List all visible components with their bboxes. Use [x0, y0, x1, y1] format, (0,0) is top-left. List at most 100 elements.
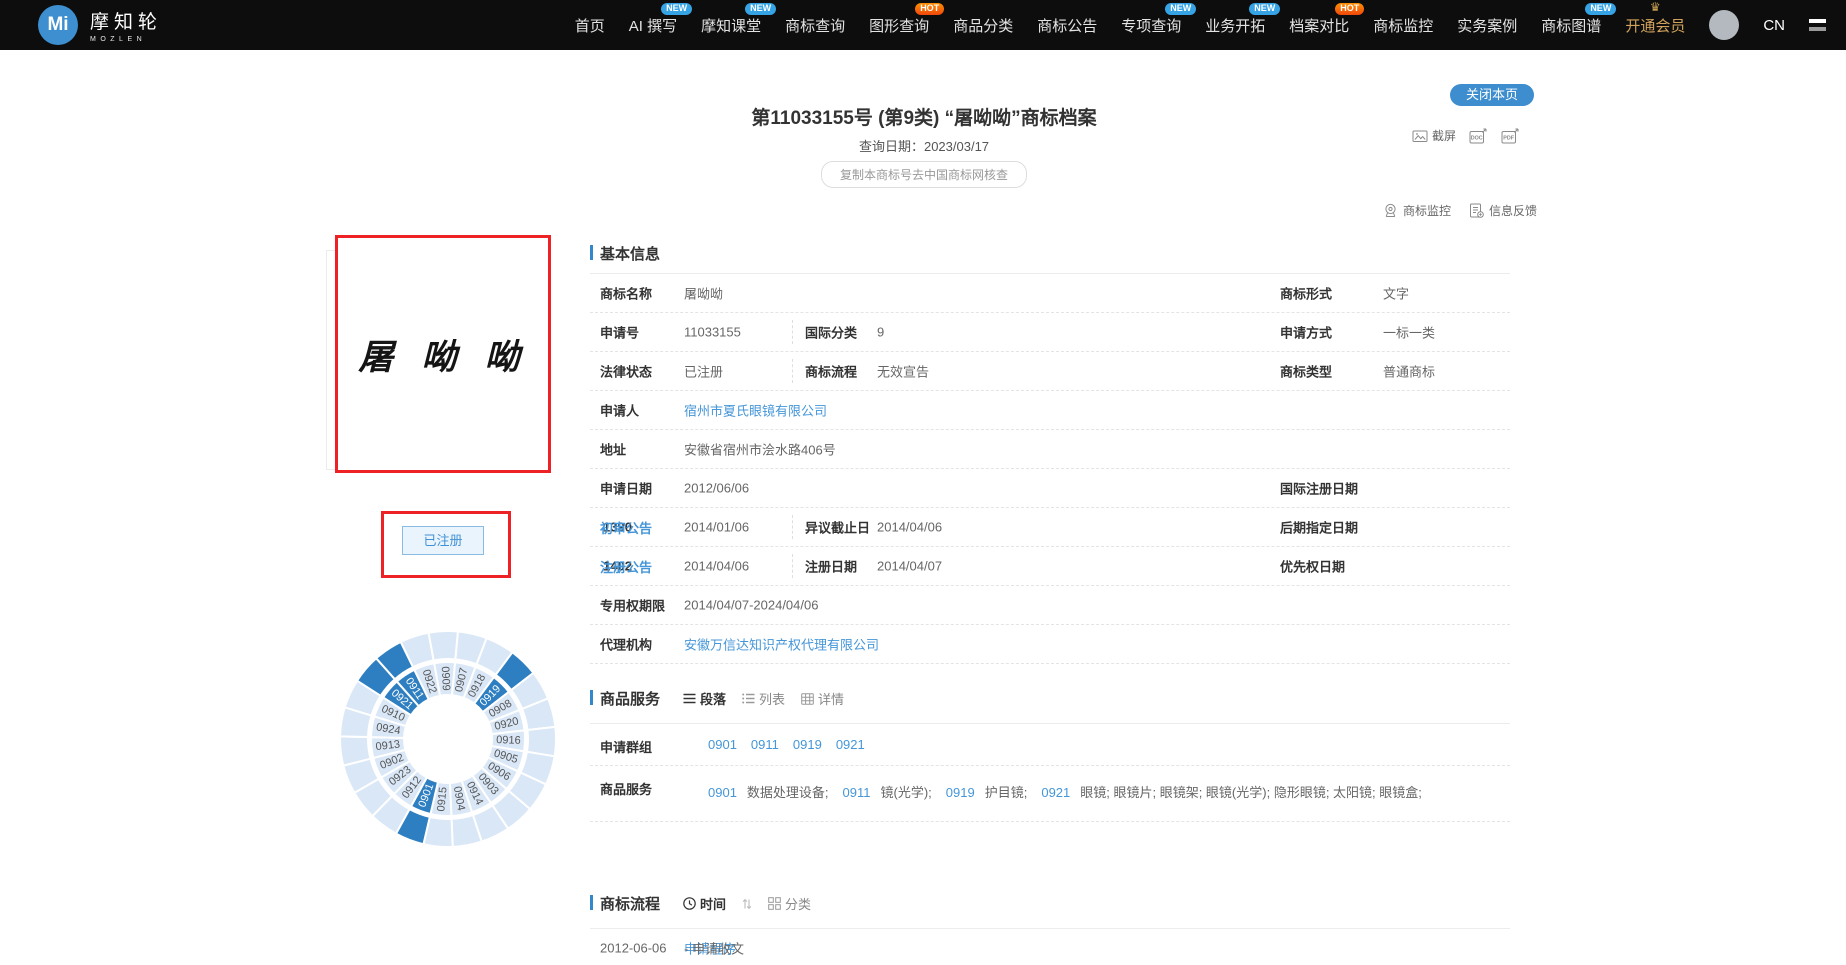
- goods-code-link[interactable]: 0919: [946, 785, 975, 800]
- goods-view-tabs: 段落 列表 详情: [683, 689, 844, 708]
- trademark-detail-page: Mi 摩知轮 MOZLEN 首页 AI 撰写NEW 摩知课堂NEW 商标查询 图形查询H…: [0, 0, 1846, 965]
- nav-badge: NEW: [1165, 3, 1196, 15]
- nav-item-8[interactable]: 业务开拓NEW: [1205, 15, 1265, 36]
- sort-arrows-icon: [742, 898, 752, 910]
- field-label: 商标类型: [1280, 362, 1332, 381]
- field-value: 普通商标: [1383, 362, 1435, 381]
- field-value: 2014/04/07-2024/04/06: [684, 598, 818, 613]
- tab-detail-view[interactable]: 详情: [801, 689, 844, 708]
- apply-group-row: 申请群组 0901091109190921: [590, 724, 1510, 766]
- field-label: 商标名称: [600, 284, 652, 303]
- monitor-camera-icon: [1383, 203, 1398, 218]
- close-page-button[interactable]: 关闭本页: [1450, 84, 1534, 106]
- class-wheel-chart[interactable]: 0922090909070918091909080920091609050906…: [336, 627, 560, 851]
- nav-item-1[interactable]: AI 撰写NEW: [629, 15, 677, 36]
- export-toolbar: 截屏 DOC PDF: [1412, 127, 1520, 144]
- feedback-doc-icon: [1469, 203, 1484, 218]
- section-accent-bar: [590, 690, 593, 705]
- field-value: 2014/04/06: [877, 520, 942, 535]
- field-label: 法律状态: [600, 362, 652, 381]
- field-value: 9: [877, 325, 884, 340]
- feedback-link[interactable]: 信息反馈: [1469, 202, 1537, 219]
- goods-text: 护目镜;: [985, 785, 1028, 800]
- field-value: 2012/06/06: [684, 481, 749, 496]
- nav-item-0[interactable]: 首页: [575, 15, 605, 36]
- group-code-link[interactable]: 0919: [793, 737, 822, 752]
- group-code-link[interactable]: 0921: [836, 737, 865, 752]
- nav-item-2[interactable]: 摩知课堂NEW: [701, 15, 761, 36]
- detail-table-icon: [801, 693, 814, 705]
- nav-item-vip[interactable]: ♛开通会员: [1625, 15, 1685, 36]
- tab-paragraph-view[interactable]: 段落: [683, 689, 726, 708]
- group-code-link[interactable]: 0911: [751, 737, 779, 752]
- page-title: 第11033155号 (第9类) “屠呦呦”商标档案: [313, 103, 1535, 130]
- column-divider: [792, 554, 793, 578]
- flow-group-category[interactable]: 分类: [768, 894, 811, 913]
- field-value-link[interactable]: 安徽万信达知识产权代理有限公司: [684, 635, 879, 654]
- basic-info-row-1: 申请号11033155国际分类9申请方式一标一类: [590, 313, 1510, 352]
- goods-text: 眼镜; 眼镜片; 眼镜架; 眼镜(光学); 隐形眼镜; 太阳镜; 眼镜盒;: [1080, 785, 1422, 800]
- column-divider: [792, 515, 793, 539]
- nav-badge: NEW: [745, 3, 776, 15]
- goods-services-row: 商品服务 0901数据处理设备;0911镜(光学);0919护目镜;0921眼镜…: [590, 766, 1510, 822]
- goods-code-link[interactable]: 0911: [843, 785, 871, 800]
- goods-code-link[interactable]: 0901: [708, 785, 737, 800]
- paragraph-icon: [683, 693, 696, 704]
- registered-status-button[interactable]: 已注册: [402, 526, 484, 555]
- field-value: 安徽省宿州市浍水路406号: [684, 440, 836, 459]
- gazette-link[interactable]: 初审公告: [600, 518, 652, 537]
- basic-info-row-8: 专用权期限 2014/04/07-2024/04/06: [590, 586, 1510, 625]
- nav-item-7[interactable]: 专项查询NEW: [1121, 15, 1181, 36]
- basic-info-section: 基本信息 商标名称屠呦呦商标形式文字申请号11033155国际分类9申请方式一标…: [590, 243, 1510, 664]
- nav-badge: NEW: [661, 3, 692, 15]
- field-label: 商标流程: [805, 362, 857, 381]
- nav-badge: NEW: [1585, 3, 1616, 15]
- hamburger-menu-icon[interactable]: [1809, 19, 1826, 31]
- gazette-link[interactable]: 注册公告: [600, 557, 652, 576]
- nav-item-3[interactable]: 商标查询: [785, 15, 845, 36]
- export-pdf-button[interactable]: PDF: [1501, 128, 1520, 144]
- field-label: 后期指定日期: [1280, 518, 1358, 537]
- category-grid-icon: [768, 897, 781, 910]
- field-value: 2014/01/06: [684, 520, 749, 535]
- column-divider: [792, 320, 793, 344]
- nav-item-4[interactable]: 图形查询HOT: [869, 15, 929, 36]
- field-label: 注册日期: [805, 557, 857, 576]
- screenshot-icon: [1412, 129, 1428, 143]
- copy-check-button[interactable]: 复制本商标号去中国商标网核查: [821, 161, 1027, 188]
- section-accent-bar: [590, 245, 593, 260]
- wheel-label-0916: 0916: [496, 734, 521, 747]
- trademark-monitor-link[interactable]: 商标监控: [1383, 202, 1451, 219]
- language-switcher[interactable]: CN: [1763, 17, 1785, 34]
- query-date: 查询日期：2023/03/17: [313, 136, 1535, 155]
- screenshot-button[interactable]: 截屏: [1412, 127, 1456, 144]
- nav-item-9[interactable]: 档案对比HOT: [1289, 15, 1349, 36]
- flow-date: 2012-06-06: [600, 941, 667, 956]
- field-value: 一标一类: [1383, 323, 1435, 342]
- flow-sort-toggle[interactable]: [742, 898, 752, 910]
- tab-list-view[interactable]: 列表: [742, 689, 785, 708]
- field-value: 11033155: [684, 325, 741, 340]
- field-label: 专用权期限: [600, 596, 665, 615]
- logo-icon: Mi: [38, 5, 78, 45]
- list-icon: [742, 693, 755, 704]
- export-doc-button[interactable]: DOC: [1469, 128, 1488, 144]
- field-value-link[interactable]: 宿州市夏氏眼镜有限公司: [684, 401, 827, 420]
- trademark-image-red-annotation: 屠 呦 呦: [335, 235, 551, 473]
- group-code-link[interactable]: 0901: [708, 737, 737, 752]
- nav-item-6[interactable]: 商标公告: [1037, 15, 1097, 36]
- nav-item-10[interactable]: 商标监控: [1373, 15, 1433, 36]
- wheel-outer-segment-0909[interactable]: [429, 631, 458, 660]
- nav-item-11[interactable]: 实务案例: [1457, 15, 1517, 36]
- goods-code-link[interactable]: 0921: [1041, 785, 1070, 800]
- field-label: 优先权日期: [1280, 557, 1345, 576]
- field-label: 国际注册日期: [1280, 479, 1358, 498]
- flow-sort-time[interactable]: 时间: [683, 894, 726, 913]
- brand-logo[interactable]: Mi 摩知轮 MOZLEN: [38, 5, 162, 45]
- goods-text: 数据处理设备;: [747, 785, 829, 800]
- field-value: 文字: [1383, 284, 1409, 303]
- nav-item-5[interactable]: 商品分类: [953, 15, 1013, 36]
- nav-item-12[interactable]: 商标图谱NEW: [1541, 15, 1601, 36]
- flow-title: 商标流程: [600, 893, 660, 914]
- user-avatar[interactable]: [1709, 10, 1739, 40]
